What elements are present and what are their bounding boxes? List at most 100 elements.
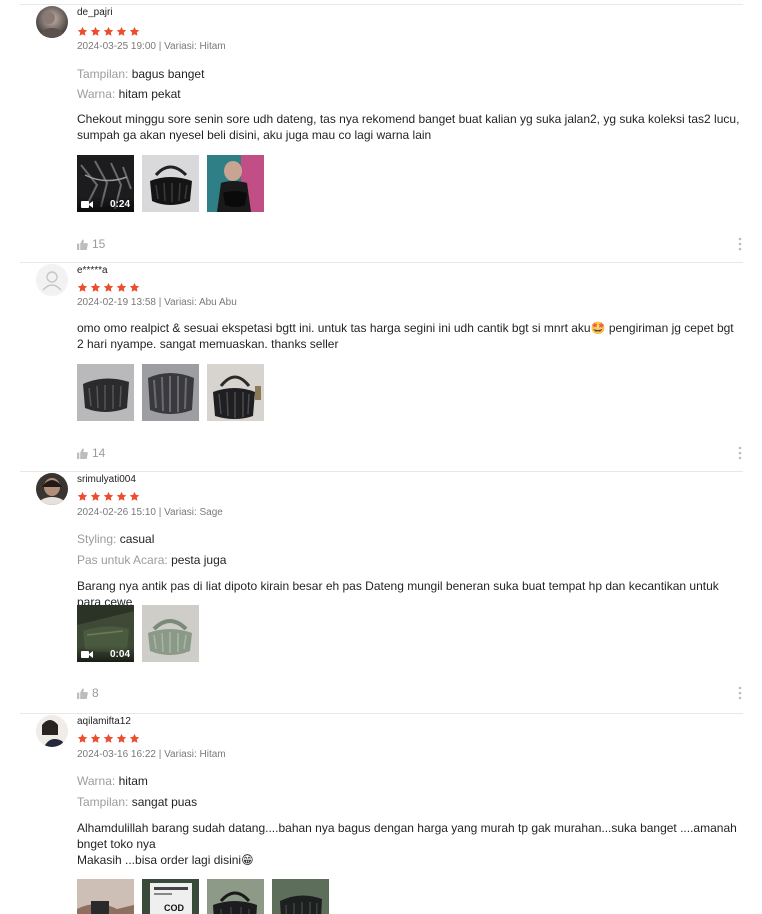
review-comment: Chekout minggu sore senin sore udh daten…: [77, 112, 740, 142]
username: srimulyati004: [77, 474, 136, 485]
star-icon: [116, 282, 127, 293]
like-button[interactable]: 15: [77, 237, 105, 251]
star-icon: [116, 491, 127, 502]
review-media: [77, 364, 264, 421]
review-date: 2024-03-16 16:22: [77, 749, 156, 760]
avatar[interactable]: [36, 715, 68, 747]
review-item: aqilamifta12 2024-03-16 16:22 | Variasi:…: [20, 713, 743, 914]
review-photo[interactable]: [207, 879, 264, 914]
attribute-label: Warna:: [77, 87, 116, 101]
attribute-value: pesta juga: [171, 553, 227, 567]
attribute-value: sangat puas: [131, 795, 198, 809]
star-icon: [90, 26, 101, 37]
review-comment: Alhamdulillah barang sudah datang....bah…: [77, 821, 737, 867]
review-photo[interactable]: [77, 879, 134, 914]
rating-stars: [77, 733, 140, 745]
review-attribute: Pas untuk Acara: pesta juga: [77, 553, 226, 567]
more-options-icon[interactable]: [737, 686, 743, 700]
video-duration: 0:24: [109, 198, 130, 210]
video-thumbnail[interactable]: 0:04: [77, 605, 134, 662]
rating-stars: [77, 491, 140, 503]
video-badge: 0:04: [77, 646, 134, 662]
star-icon: [129, 282, 140, 293]
star-icon: [77, 26, 88, 37]
review-item: srimulyati004 2024-02-26 15:10 | Variasi…: [20, 471, 743, 714]
like-button[interactable]: 14: [77, 446, 105, 460]
review-meta: 2024-02-26 15:10 | Variasi: Sage: [77, 507, 223, 518]
star-icon: [103, 733, 114, 744]
attribute-value: hitam pekat: [118, 87, 181, 101]
star-icon: [77, 733, 88, 744]
review-comment: omo omo realpict & sesuai ekspetasi bgtt…: [77, 321, 734, 351]
review-media: 0:24: [77, 155, 264, 212]
review-attribute: Styling: casual: [77, 532, 154, 546]
avatar[interactable]: [36, 264, 68, 296]
review-meta: 2024-03-16 16:22 | Variasi: Hitam: [77, 749, 226, 760]
like-count: 14: [92, 446, 106, 460]
video-badge: 0:24: [77, 196, 134, 212]
review-item: e*****a 2024-02-19 13:58 | Variasi: Abu …: [20, 262, 743, 472]
star-icon: [103, 26, 114, 37]
review-date: 2024-03-25 19:00: [77, 41, 156, 52]
more-options-icon[interactable]: [737, 446, 743, 460]
star-icon: [129, 491, 140, 502]
video-duration: 0:04: [109, 648, 130, 660]
review-photo[interactable]: [77, 364, 134, 421]
review-photo[interactable]: [207, 364, 264, 421]
attribute-label: Tampilan:: [77, 67, 129, 81]
rating-stars: [77, 282, 140, 294]
star-icon: [129, 733, 140, 744]
review-attribute: Tampilan: bagus banget: [77, 67, 204, 81]
review-photo[interactable]: COD: [142, 879, 199, 914]
username: e*****a: [77, 265, 108, 276]
attribute-value: hitam: [118, 774, 148, 788]
avatar[interactable]: [36, 473, 68, 505]
review-media: 0:04: [77, 605, 199, 662]
star-icon: [116, 26, 127, 37]
video-camera-icon: [81, 200, 93, 208]
review-variant: Variasi: Hitam: [164, 41, 226, 52]
username: de_pajri: [77, 7, 113, 18]
review-meta: 2024-03-25 19:00 | Variasi: Hitam: [77, 41, 226, 52]
attribute-label: Styling:: [77, 532, 117, 546]
star-icon: [90, 491, 101, 502]
thumbs-up-icon: [77, 687, 88, 699]
star-icon: [129, 26, 140, 37]
like-count: 8: [92, 686, 99, 700]
review-photo[interactable]: [142, 364, 199, 421]
attribute-label: Pas untuk Acara:: [77, 553, 168, 567]
review-photo[interactable]: [142, 155, 199, 212]
attribute-label: Tampilan:: [77, 795, 129, 809]
review-meta: 2024-02-19 13:58 | Variasi: Abu Abu: [77, 297, 237, 308]
star-icon: [116, 733, 127, 744]
review-variant: Variasi: Hitam: [164, 749, 226, 760]
attribute-value: bagus banget: [131, 67, 205, 81]
attribute-label: Warna:: [77, 774, 116, 788]
star-icon: [77, 491, 88, 502]
rating-stars: [77, 26, 140, 38]
thumbs-up-icon: [77, 447, 88, 459]
review-photo[interactable]: [207, 155, 264, 212]
video-thumbnail[interactable]: 0:24: [77, 155, 134, 212]
review-attribute: Warna: hitam: [77, 774, 148, 788]
star-icon: [90, 733, 101, 744]
video-camera-icon: [81, 650, 93, 658]
more-options-icon[interactable]: [737, 237, 743, 251]
review-variant: Variasi: Sage: [164, 507, 223, 518]
review-photo[interactable]: [142, 605, 199, 662]
cod-label: COD: [164, 903, 185, 913]
star-icon: [103, 491, 114, 502]
review-item: de_pajri 2024-03-25 19:00 | Variasi: Hit…: [20, 4, 743, 262]
review-photo[interactable]: [272, 879, 329, 914]
review-date: 2024-02-19 13:58: [77, 297, 156, 308]
review-variant: Variasi: Abu Abu: [164, 297, 237, 308]
user-placeholder-icon: [36, 264, 68, 296]
review-attribute: Tampilan: sangat puas: [77, 795, 197, 809]
star-icon: [103, 282, 114, 293]
username: aqilamifta12: [77, 716, 131, 727]
star-icon: [90, 282, 101, 293]
review-date: 2024-02-26 15:10: [77, 507, 156, 518]
avatar[interactable]: [36, 6, 68, 38]
like-button[interactable]: 8: [77, 686, 99, 700]
review-attribute: Warna: hitam pekat: [77, 87, 181, 101]
